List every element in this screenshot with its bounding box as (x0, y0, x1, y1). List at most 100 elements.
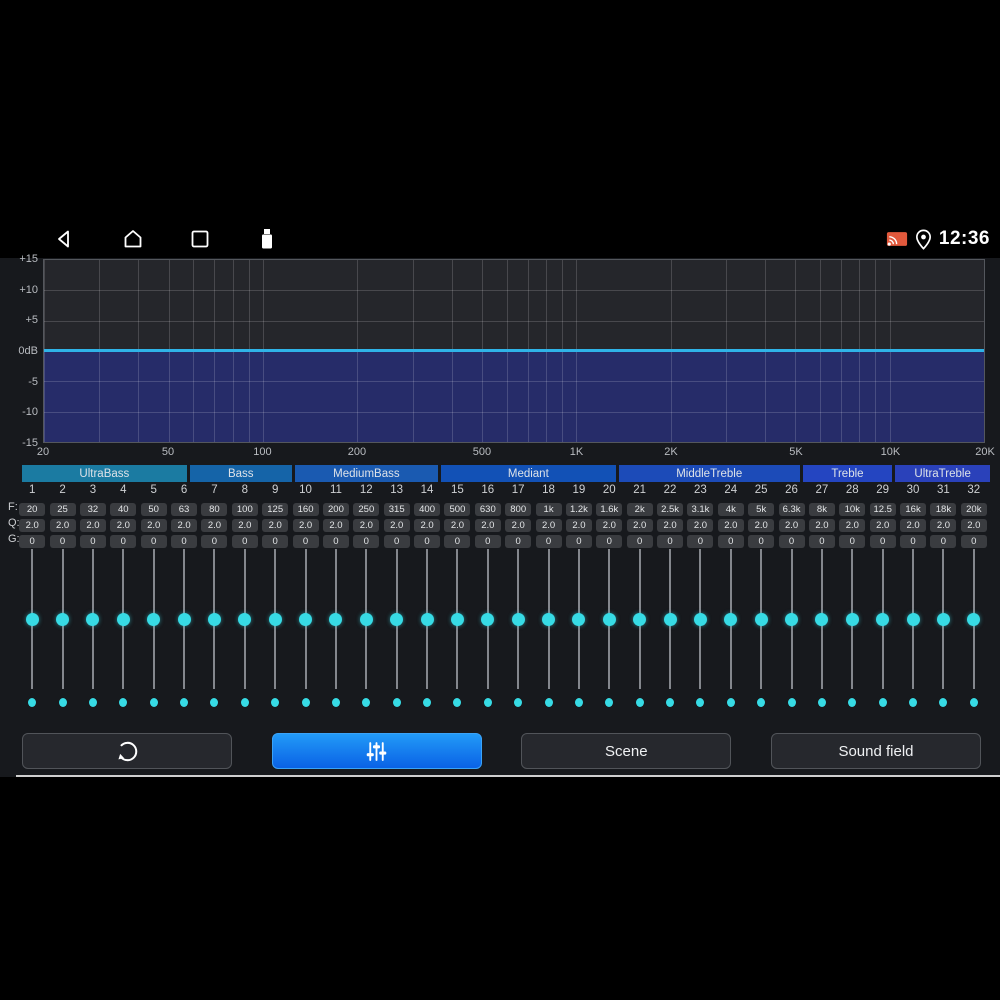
slider-track[interactable] (359, 549, 373, 689)
eq-band-slider[interactable] (473, 549, 503, 707)
freq-value-chip[interactable]: 50 (140, 502, 167, 516)
gain-value-chip[interactable]: 0 (231, 534, 258, 548)
q-value-chip[interactable]: 2.0 (292, 518, 319, 532)
slider-track[interactable] (815, 549, 829, 689)
gain-value-chip[interactable]: 0 (657, 534, 684, 548)
eq-band-slider[interactable] (351, 549, 381, 707)
slider-track[interactable] (511, 549, 525, 689)
freq-value-chip[interactable]: 1k (535, 502, 562, 516)
slider-knob[interactable] (542, 612, 556, 626)
eq-band-slider[interactable] (199, 549, 229, 707)
q-value-chip[interactable]: 2.0 (262, 518, 289, 532)
freq-value-chip[interactable]: 20k (960, 502, 987, 516)
slider-knob[interactable] (25, 612, 39, 626)
q-value-chip[interactable]: 2.0 (748, 518, 775, 532)
slider-track[interactable] (785, 549, 799, 689)
gain-value-chip[interactable]: 0 (201, 534, 228, 548)
eq-band-slider[interactable] (17, 549, 47, 707)
eq-band-slider[interactable] (746, 549, 776, 707)
q-value-chip[interactable]: 2.0 (110, 518, 137, 532)
freq-value-chip[interactable]: 160 (292, 502, 319, 516)
slider-track[interactable] (238, 549, 252, 689)
gain-value-chip[interactable]: 0 (565, 534, 592, 548)
slider-knob[interactable] (268, 612, 282, 626)
gain-value-chip[interactable]: 0 (353, 534, 380, 548)
q-value-chip[interactable]: 2.0 (930, 518, 957, 532)
slider-knob[interactable] (299, 612, 313, 626)
freq-value-chip[interactable]: 2k (626, 502, 653, 516)
slider-knob[interactable] (602, 612, 616, 626)
slider-knob[interactable] (86, 612, 100, 626)
eq-band-slider[interactable] (78, 549, 108, 707)
eq-band-slider[interactable] (655, 549, 685, 707)
freq-value-chip[interactable]: 63 (171, 502, 198, 516)
q-value-chip[interactable]: 2.0 (839, 518, 866, 532)
gain-value-chip[interactable]: 0 (322, 534, 349, 548)
gain-value-chip[interactable]: 0 (79, 534, 106, 548)
eq-band-slider[interactable] (230, 549, 260, 707)
gain-value-chip[interactable]: 0 (839, 534, 866, 548)
freq-value-chip[interactable]: 4k (717, 502, 744, 516)
gain-value-chip[interactable]: 0 (292, 534, 319, 548)
back-button[interactable] (44, 220, 84, 258)
slider-knob[interactable] (511, 612, 525, 626)
freq-value-chip[interactable]: 500 (444, 502, 471, 516)
eq-band-slider[interactable] (108, 549, 138, 707)
slider-track[interactable] (420, 549, 434, 689)
eq-band-slider[interactable] (959, 549, 989, 707)
freq-value-chip[interactable]: 80 (201, 502, 228, 516)
q-value-chip[interactable]: 2.0 (201, 518, 228, 532)
slider-track[interactable] (86, 549, 100, 689)
freq-value-chip[interactable]: 10k (839, 502, 866, 516)
q-value-chip[interactable]: 2.0 (353, 518, 380, 532)
q-value-chip[interactable]: 2.0 (687, 518, 714, 532)
q-value-chip[interactable]: 2.0 (626, 518, 653, 532)
freq-value-chip[interactable]: 800 (505, 502, 532, 516)
slider-knob[interactable] (633, 612, 647, 626)
slider-track[interactable] (268, 549, 282, 689)
freq-value-chip[interactable]: 6.3k (778, 502, 805, 516)
slider-track[interactable] (845, 549, 859, 689)
freq-value-chip[interactable]: 315 (383, 502, 410, 516)
q-value-chip[interactable]: 2.0 (19, 518, 46, 532)
eq-band-slider[interactable] (47, 549, 77, 707)
slider-knob[interactable] (116, 612, 130, 626)
gain-value-chip[interactable]: 0 (171, 534, 198, 548)
gain-value-chip[interactable]: 0 (49, 534, 76, 548)
eq-band-slider[interactable] (139, 549, 169, 707)
eq-band-slider[interactable] (564, 549, 594, 707)
gain-value-chip[interactable]: 0 (535, 534, 562, 548)
q-value-chip[interactable]: 2.0 (808, 518, 835, 532)
slider-knob[interactable] (693, 612, 707, 626)
eq-band-slider[interactable] (412, 549, 442, 707)
slider-track[interactable] (876, 549, 890, 689)
freq-value-chip[interactable]: 400 (414, 502, 441, 516)
gain-value-chip[interactable]: 0 (900, 534, 927, 548)
home-button[interactable] (113, 220, 153, 258)
gain-value-chip[interactable]: 0 (474, 534, 501, 548)
slider-knob[interactable] (147, 612, 161, 626)
eq-band-slider[interactable] (533, 549, 563, 707)
slider-track[interactable] (936, 549, 950, 689)
freq-value-chip[interactable]: 16k (900, 502, 927, 516)
eq-band-slider[interactable] (625, 549, 655, 707)
slider-knob[interactable] (450, 612, 464, 626)
eq-band-slider[interactable] (290, 549, 320, 707)
slider-track[interactable] (754, 549, 768, 689)
freq-value-chip[interactable]: 25 (49, 502, 76, 516)
gain-value-chip[interactable]: 0 (687, 534, 714, 548)
gain-value-chip[interactable]: 0 (596, 534, 623, 548)
q-value-chip[interactable]: 2.0 (778, 518, 805, 532)
slider-knob[interactable] (967, 612, 981, 626)
slider-knob[interactable] (663, 612, 677, 626)
slider-track[interactable] (693, 549, 707, 689)
freq-value-chip[interactable]: 3.1k (687, 502, 714, 516)
gain-value-chip[interactable]: 0 (808, 534, 835, 548)
slider-track[interactable] (602, 549, 616, 689)
freq-value-chip[interactable]: 5k (748, 502, 775, 516)
gain-value-chip[interactable]: 0 (778, 534, 805, 548)
equalizer-button[interactable] (271, 733, 482, 769)
freq-value-chip[interactable]: 20 (19, 502, 46, 516)
gain-value-chip[interactable]: 0 (626, 534, 653, 548)
eq-band-slider[interactable] (321, 549, 351, 707)
